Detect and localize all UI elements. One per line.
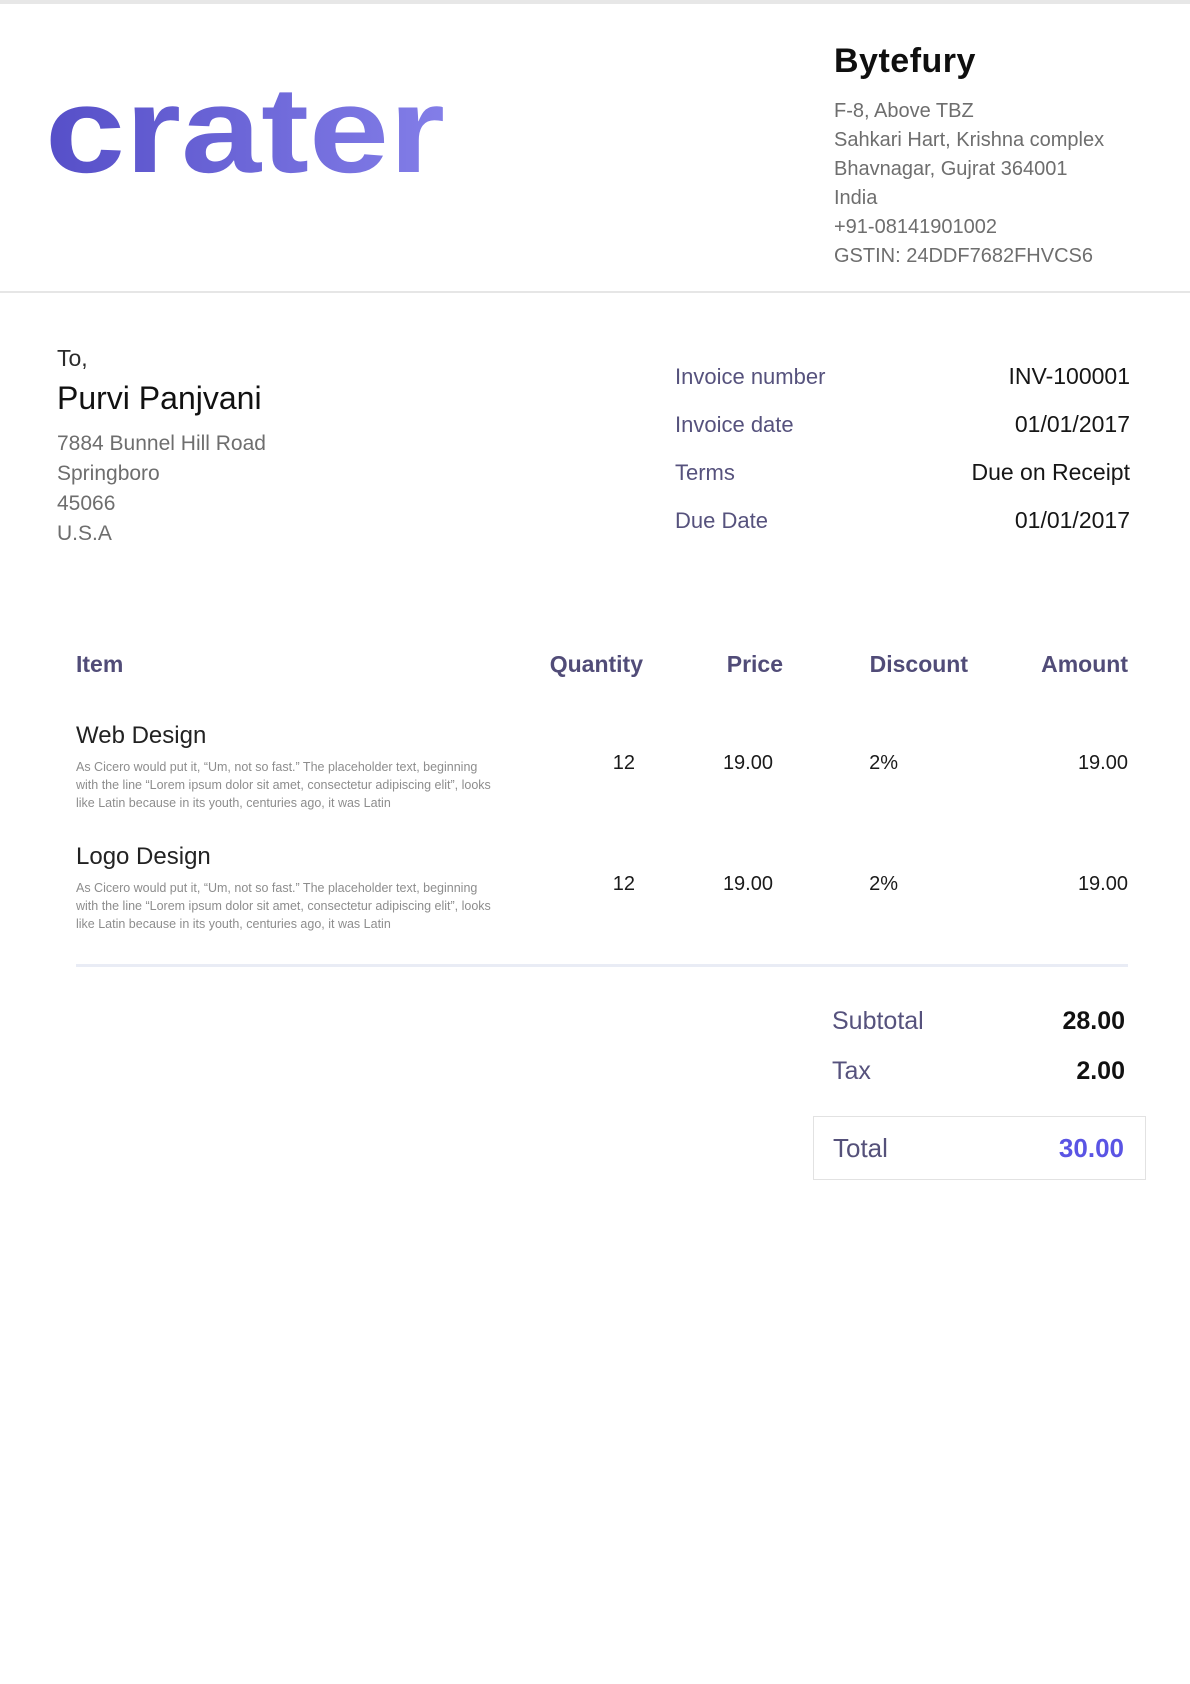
tax-value: 2.00 (1076, 1057, 1125, 1086)
item-amount: 19.00 (968, 843, 1128, 933)
company-address-line: Bhavnagar, Gujrat 364001 (834, 155, 1130, 184)
invoice-header: crater Bytefury F-8, Above TBZ Sahkari H… (0, 4, 1190, 293)
item-price: 19.00 (643, 722, 783, 812)
due-date-row: Due Date 01/01/2017 (675, 507, 1130, 534)
item-quantity: 12 (533, 722, 643, 812)
item-discount: 2% (783, 722, 968, 812)
table-row: Logo Design As Cicero would put it, “Um,… (76, 843, 1128, 933)
subtotal-row: Subtotal 28.00 (813, 1007, 1146, 1036)
invoice-number-row: Invoice number INV-100001 (675, 363, 1130, 390)
customer-address-line: 45066 (57, 489, 487, 519)
column-header-price: Price (643, 651, 783, 678)
column-header-amount: Amount (968, 651, 1128, 678)
invoice-page: crater Bytefury F-8, Above TBZ Sahkari H… (0, 0, 1190, 1684)
customer-address-line: 7884 Bunnel Hill Road (57, 429, 487, 459)
terms-row: Terms Due on Receipt (675, 459, 1130, 486)
item-cell: Web Design As Cicero would put it, “Um, … (76, 722, 533, 812)
invoice-number-value: INV-100001 (1009, 363, 1130, 390)
company-address-line: India (834, 184, 1130, 213)
item-discount: 2% (783, 843, 968, 933)
billing-section: To, Purvi Panjvani 7884 Bunnel Hill Road… (0, 293, 1190, 555)
subtotal-value: 28.00 (1062, 1007, 1125, 1036)
company-info: Bytefury F-8, Above TBZ Sahkari Hart, Kr… (834, 42, 1130, 271)
invoice-date-row: Invoice date 01/01/2017 (675, 411, 1130, 438)
bill-to-prefix: To, (57, 345, 487, 372)
total-value: 30.00 (1059, 1133, 1124, 1164)
terms-value: Due on Receipt (971, 459, 1130, 486)
due-date-label: Due Date (675, 508, 768, 534)
crater-logo: crater (45, 76, 450, 201)
tax-label: Tax (832, 1057, 871, 1086)
item-amount: 19.00 (968, 722, 1128, 812)
company-gstin: GSTIN: 24DDF7682FHVCS6 (834, 242, 1130, 271)
bill-to-block: To, Purvi Panjvani 7884 Bunnel Hill Road… (57, 345, 487, 555)
column-header-discount: Discount (783, 651, 968, 678)
invoice-date-value: 01/01/2017 (1015, 411, 1130, 438)
crater-logo-icon: crater (45, 76, 450, 196)
subtotal-label: Subtotal (832, 1007, 924, 1036)
customer-address: 7884 Bunnel Hill Road Springboro 45066 U… (57, 429, 487, 549)
column-header-quantity: Quantity (533, 651, 643, 678)
item-name: Logo Design (76, 843, 533, 871)
totals-section: Subtotal 28.00 Tax 2.00 Total 30.00 (813, 1007, 1146, 1180)
items-table-header: Item Quantity Price Discount Amount (76, 651, 1128, 678)
tax-row: Tax 2.00 (813, 1057, 1146, 1086)
item-description: As Cicero would put it, “Um, not so fast… (76, 879, 501, 933)
invoice-date-label: Invoice date (675, 412, 794, 438)
company-phone: +91-08141901002 (834, 213, 1130, 242)
customer-address-line: U.S.A (57, 519, 487, 549)
invoice-number-label: Invoice number (675, 364, 825, 390)
total-label: Total (833, 1133, 888, 1164)
item-price: 19.00 (643, 843, 783, 933)
company-address: F-8, Above TBZ Sahkari Hart, Krishna com… (834, 97, 1130, 271)
company-address-line: F-8, Above TBZ (834, 97, 1130, 126)
due-date-value: 01/01/2017 (1015, 507, 1130, 534)
items-totals-divider (76, 964, 1128, 967)
company-name: Bytefury (834, 42, 1130, 81)
item-description: As Cicero would put it, “Um, not so fast… (76, 758, 501, 812)
terms-label: Terms (675, 460, 735, 486)
company-address-line: Sahkari Hart, Krishna complex (834, 126, 1130, 155)
invoice-meta: Invoice number INV-100001 Invoice date 0… (675, 363, 1130, 555)
item-name: Web Design (76, 722, 533, 750)
total-box: Total 30.00 (813, 1116, 1146, 1180)
logo-text: crater (45, 76, 445, 196)
column-header-item: Item (76, 651, 533, 678)
customer-address-line: Springboro (57, 459, 487, 489)
item-cell: Logo Design As Cicero would put it, “Um,… (76, 843, 533, 933)
items-table: Item Quantity Price Discount Amount Web … (76, 651, 1128, 933)
customer-name: Purvi Panjvani (57, 380, 487, 417)
table-row: Web Design As Cicero would put it, “Um, … (76, 722, 1128, 812)
item-quantity: 12 (533, 843, 643, 933)
